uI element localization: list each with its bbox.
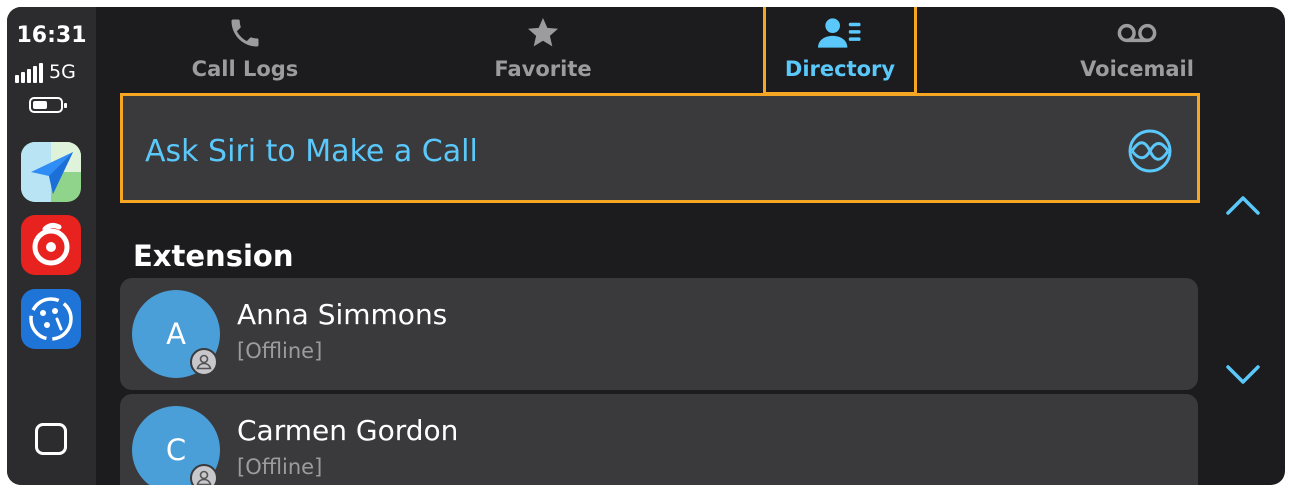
tab-label: Favorite: [494, 57, 592, 81]
tab-label: Directory: [784, 57, 896, 81]
siri-icon: [1128, 129, 1172, 173]
ask-siri-button[interactable]: Ask Siri to Make a Call: [120, 93, 1200, 203]
carplay-sidebar: 16:31 5G: [7, 7, 96, 485]
tab-label: Voicemail: [1080, 57, 1194, 81]
tab-call-logs[interactable]: Call Logs: [135, 7, 355, 95]
person-icon: [190, 348, 218, 376]
tab-favorite[interactable]: Favorite: [433, 7, 653, 95]
battery-icon: [29, 97, 67, 113]
phone-icon: [231, 19, 259, 47]
home-button[interactable]: [35, 423, 67, 455]
clock: 16:31: [16, 23, 87, 48]
tab-directory[interactable]: Directory: [763, 7, 917, 95]
maps-app-icon[interactable]: [21, 142, 81, 202]
tab-voicemail[interactable]: Voicemail: [1027, 7, 1247, 95]
signal-bars-icon: [15, 61, 43, 83]
carplay-screen: 16:31 5G Call Logs Favorite Directory Vo…: [7, 7, 1285, 485]
netease-music-app-icon[interactable]: [21, 215, 81, 275]
voicemail-icon: [1117, 23, 1157, 43]
contact-status: [Offline]: [237, 455, 323, 479]
contact-name: Carmen Gordon: [237, 414, 459, 447]
contacts-icon: [818, 18, 861, 48]
tab-label: Call Logs: [191, 57, 299, 81]
scroll-down-icon[interactable]: [1225, 363, 1261, 387]
section-title: Extension: [133, 239, 294, 273]
contact-name: Anna Simmons: [237, 298, 448, 331]
contact-status: [Offline]: [237, 339, 323, 363]
contact-row[interactable]: C Carmen Gordon [Offline]: [120, 394, 1198, 485]
softphone-app-icon[interactable]: [21, 289, 81, 349]
avatar-initial: C: [165, 433, 187, 467]
scroll-up-icon[interactable]: [1225, 193, 1261, 217]
avatar-initial: A: [166, 317, 186, 351]
network-type: 5G: [49, 61, 76, 83]
star-icon: [528, 18, 558, 47]
ask-siri-label: Ask Siri to Make a Call: [145, 134, 478, 169]
contact-row[interactable]: A Anna Simmons [Offline]: [120, 278, 1198, 390]
signal-indicator: 5G: [15, 59, 76, 83]
person-icon: [190, 464, 218, 485]
